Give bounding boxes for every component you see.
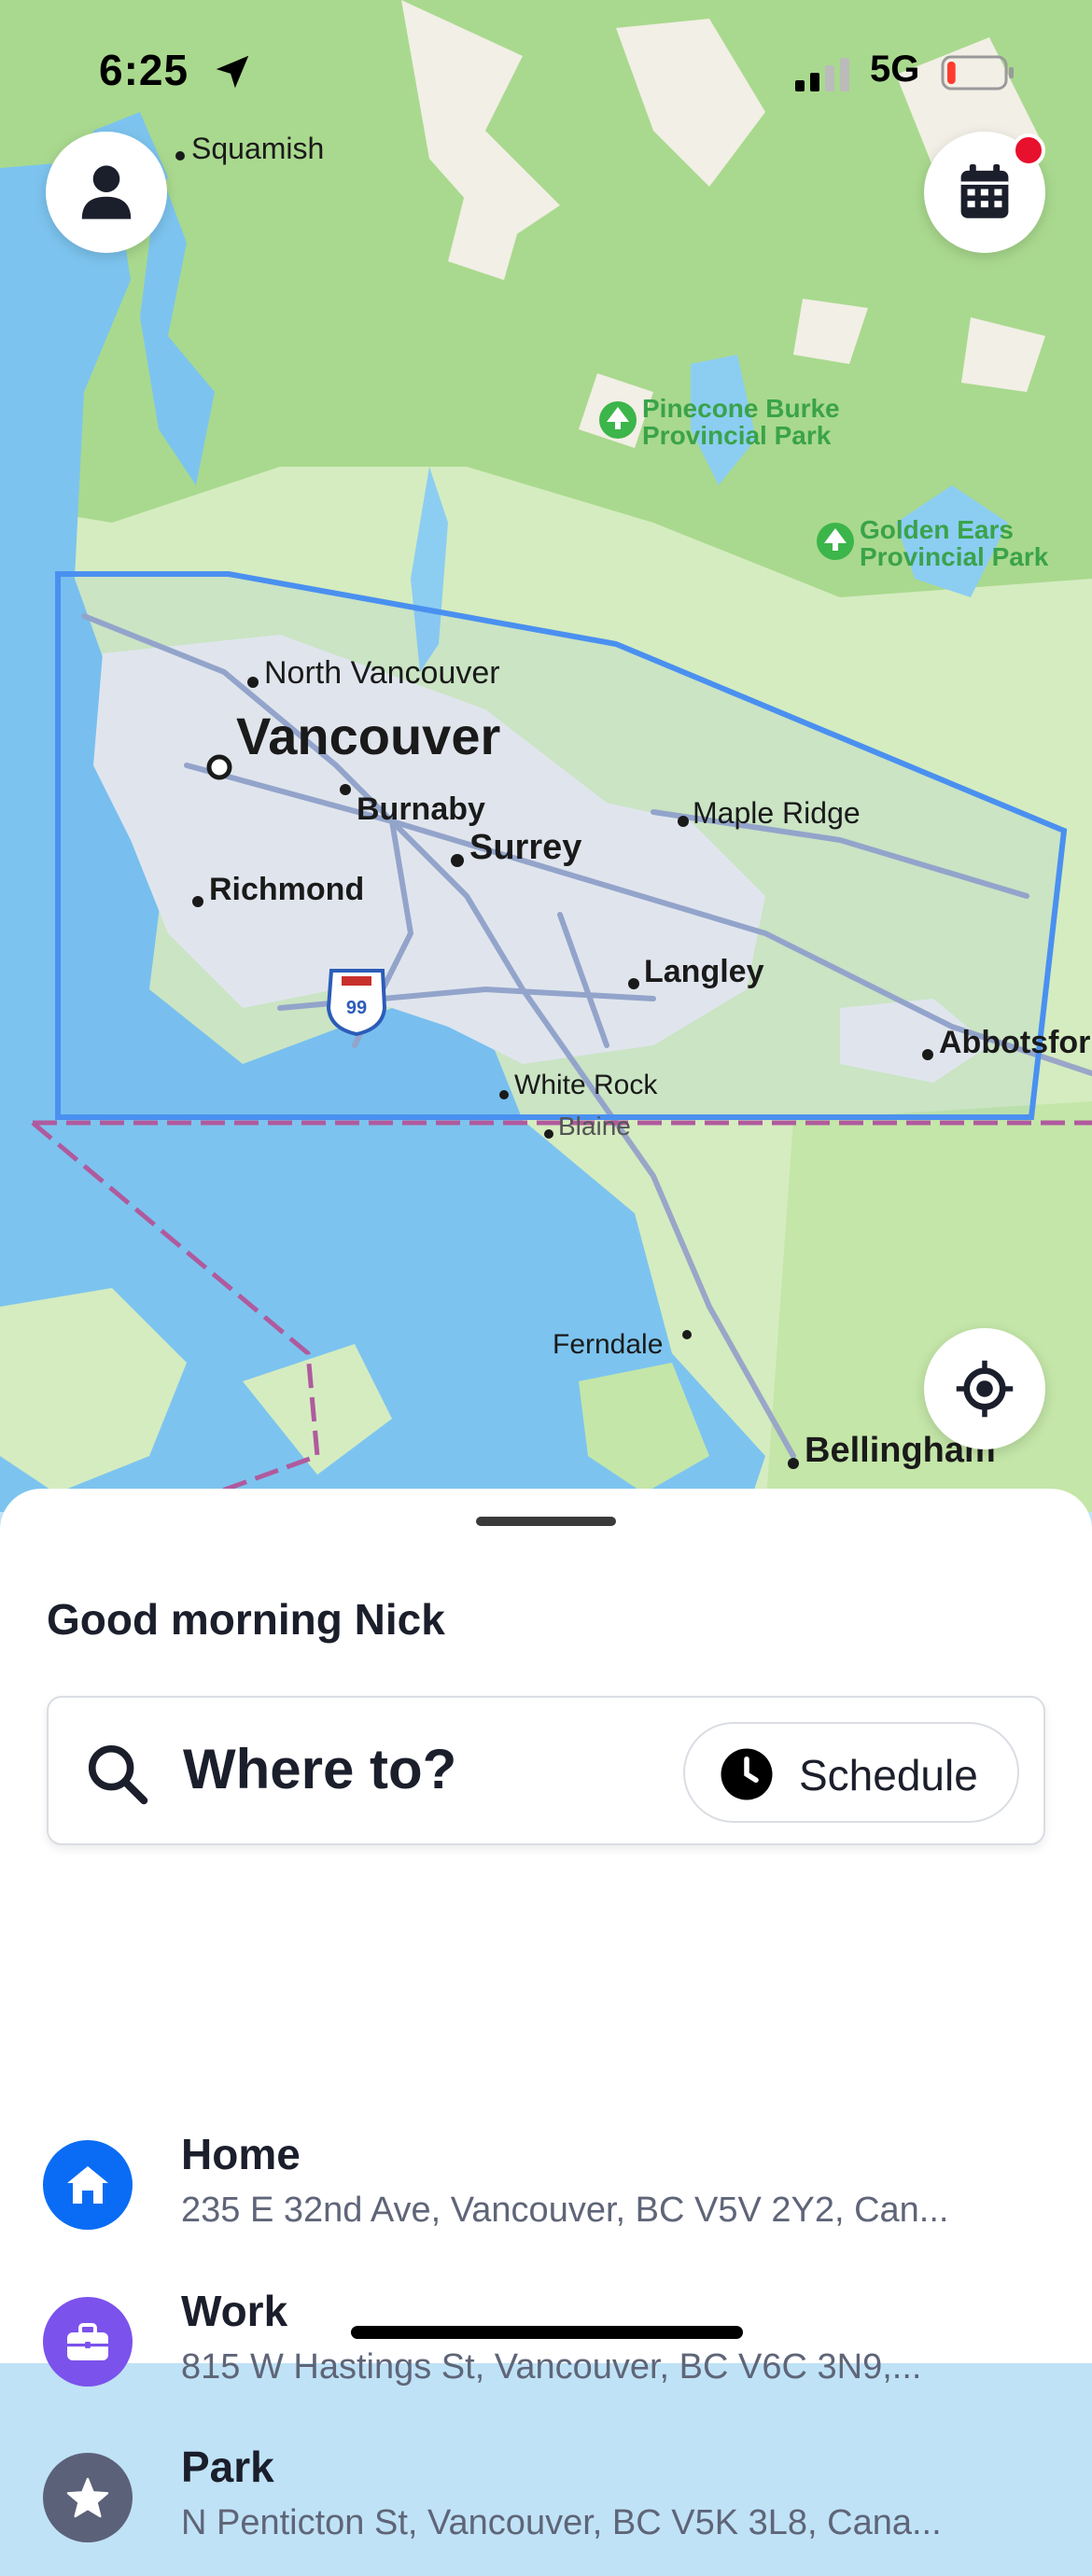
location-arrow-icon [216, 55, 249, 89]
home-indicator[interactable] [351, 2326, 743, 2339]
place-name: Work [181, 2287, 288, 2335]
status-time: 6:25 [99, 46, 189, 94]
map-label-surrey: Surrey [469, 828, 581, 867]
cellular-signal-icon [795, 58, 849, 91]
map-label-pinecone: Pinecone Burke [642, 394, 840, 423]
search-icon [88, 1744, 148, 1805]
locate-me-button[interactable] [924, 1328, 1045, 1449]
tree-icon [599, 401, 637, 439]
briefcase-icon [43, 2297, 133, 2387]
saved-place-work[interactable]: Work 815 W Hastings St, Vancouver, BC V6… [0, 2280, 1092, 2420]
crosshair-icon [956, 1360, 1014, 1418]
saved-place-home[interactable]: Home 235 E 32nd Ave, Vancouver, BC V5V 2… [0, 2123, 1092, 2263]
map-label-abbotsford: Abbotsfor [939, 1025, 1090, 1060]
schedule-label: Schedule [799, 1751, 978, 1799]
map-label-golden-ears-2: Provincial Park [860, 542, 1049, 571]
calendar-button[interactable] [924, 132, 1045, 253]
star-icon [43, 2453, 133, 2542]
network-type: 5G [870, 49, 920, 90]
map-view[interactable]: 99 Squamish Pinecone Burke Provincial Pa… [0, 0, 1092, 1512]
clock-icon [721, 1748, 773, 1800]
map-label-vancouver: Vancouver [236, 707, 500, 765]
calendar-icon [960, 164, 1009, 218]
map-label-pinecone-2: Provincial Park [642, 421, 832, 450]
tree-icon [817, 523, 854, 560]
sheet-grabber[interactable] [476, 1517, 616, 1526]
battery-level [947, 62, 956, 84]
profile-button[interactable] [46, 132, 167, 253]
map-label-langley: Langley [644, 954, 764, 989]
highway-shield-icon: 99 [326, 969, 387, 1037]
place-address: 235 E 32nd Ave, Vancouver, BC V5V 2Y2, C… [181, 2191, 949, 2230]
map-label-white-rock: White Rock [514, 1070, 658, 1100]
map-label-north-vancouver: North Vancouver [264, 655, 500, 691]
highway-label: 99 [346, 998, 367, 1018]
map-label-blaine: Blaine [558, 1112, 631, 1141]
place-address: N Penticton St, Vancouver, BC V5K 3L8, C… [181, 2503, 942, 2542]
battery-icon [941, 55, 1014, 91]
search-placeholder: Where to? [183, 1738, 457, 1800]
greeting-text: Good morning Nick [47, 1595, 445, 1644]
map-label-ferndale: Ferndale [553, 1329, 663, 1360]
map-label-richmond: Richmond [209, 872, 364, 907]
bottom-sheet[interactable]: Good morning Nick Where to? Schedule Hom… [0, 1489, 1092, 2542]
place-name: Park [181, 2443, 274, 2491]
map-label-burnaby: Burnaby [357, 791, 485, 827]
house-icon [43, 2140, 133, 2230]
person-icon [81, 165, 132, 219]
status-bar: 6:25 5G [0, 0, 1092, 131]
map-label-golden-ears: Golden Ears [860, 515, 1014, 544]
saved-place-park[interactable]: Park N Penticton St, Vancouver, BC V5K 3… [0, 2436, 1092, 2576]
schedule-button[interactable]: Schedule [683, 1722, 1019, 1823]
notification-badge [1012, 133, 1045, 167]
where-to-search[interactable]: Where to? Schedule [47, 1696, 1045, 1845]
place-name: Home [181, 2130, 301, 2178]
map-label-squamish: Squamish [191, 132, 324, 165]
map-label-maple-ridge: Maple Ridge [693, 796, 861, 830]
place-address: 815 W Hastings St, Vancouver, BC V6C 3N9… [181, 2347, 922, 2387]
